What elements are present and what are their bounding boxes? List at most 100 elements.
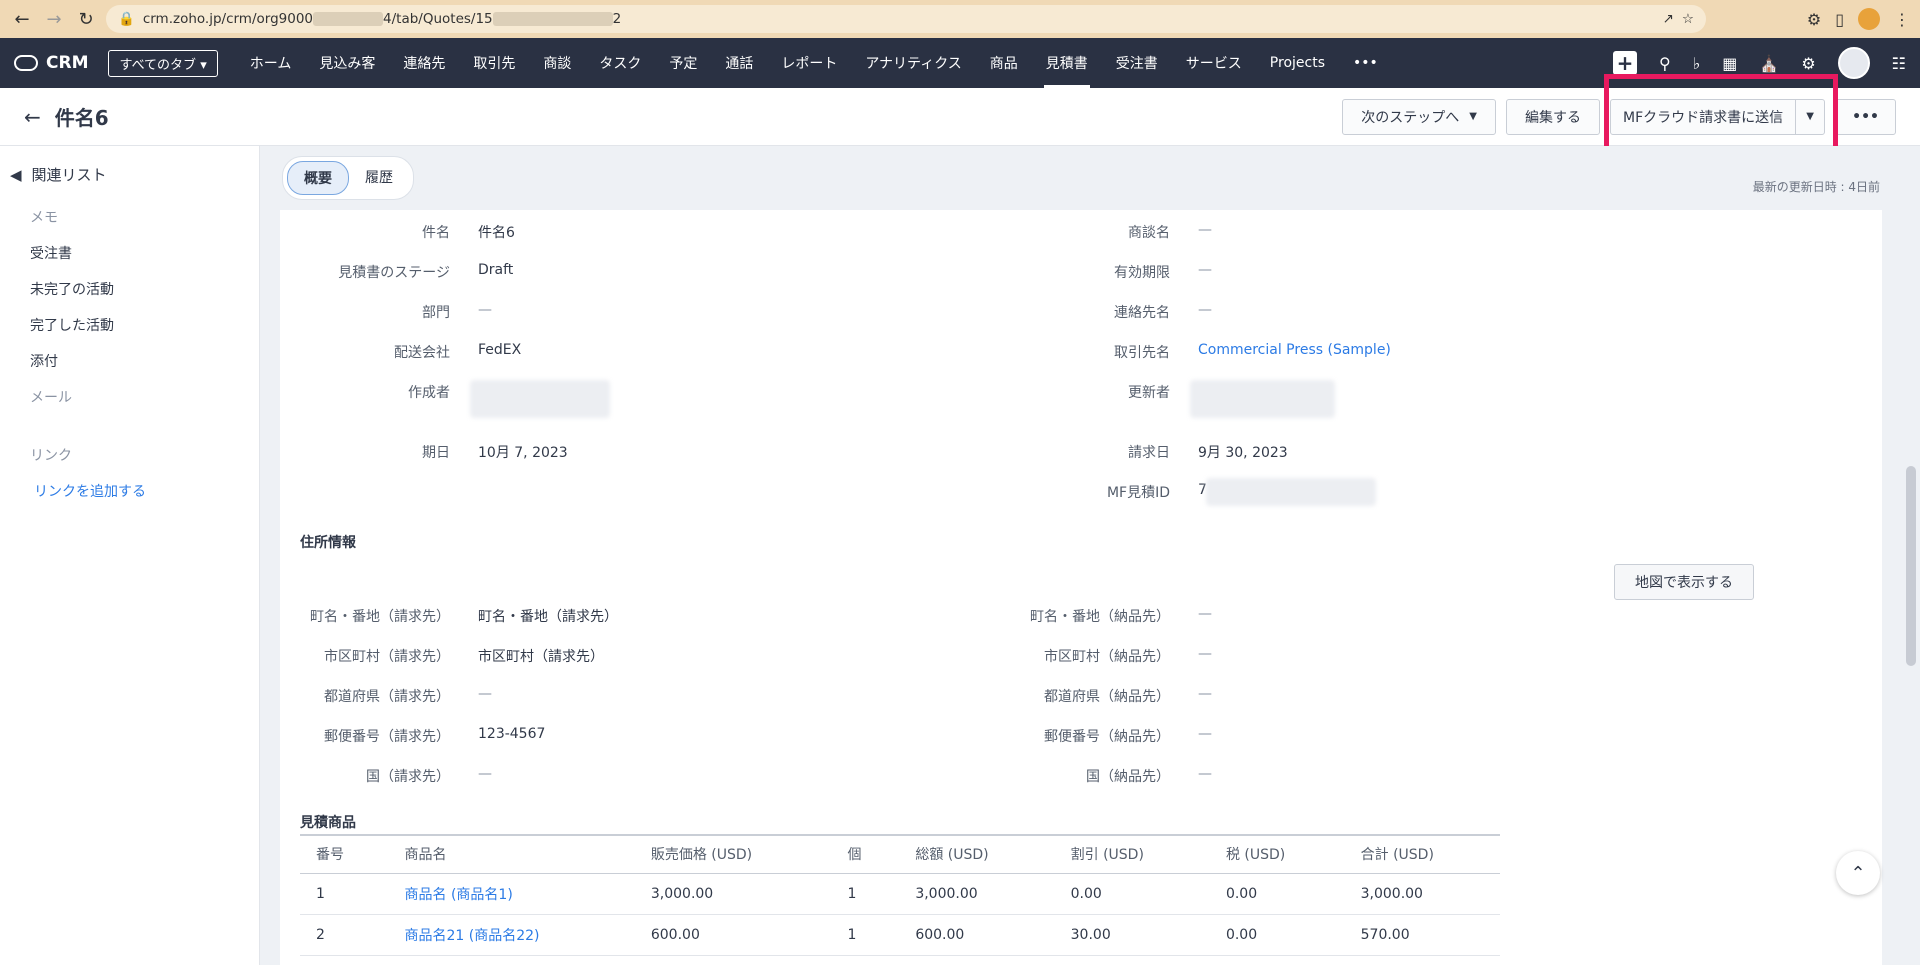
cell: 1 <box>300 873 389 915</box>
share-icon[interactable]: ↗ <box>1663 11 1674 27</box>
col-header: 総額 (USD) <box>899 834 1055 874</box>
nav-item[interactable]: タスク <box>585 38 655 88</box>
related-list-title[interactable]: ◀ 関連リスト <box>0 164 259 185</box>
more-actions-button[interactable]: ••• <box>1835 98 1896 135</box>
sidebar-item-attachments[interactable]: 添付 <box>0 343 259 379</box>
vertical-scrollbar[interactable] <box>1906 466 1916 666</box>
field-label: 市区町村（請求先） <box>324 649 450 665</box>
cell: 3,000.00 <box>899 873 1055 915</box>
add-link[interactable]: リンクを追加する <box>0 473 259 509</box>
tab-history[interactable]: 履歴 <box>349 161 409 195</box>
cell: 3,000.00 <box>634 873 832 915</box>
field-label: 見積書のステージ <box>338 265 450 281</box>
nav-item[interactable]: レポート <box>767 38 851 88</box>
create-plus-icon[interactable]: + <box>1613 51 1637 75</box>
product-link[interactable]: 商品名21 (商品名22) <box>388 914 635 956</box>
scroll-to-top-button[interactable]: ⌃ <box>1836 851 1880 895</box>
star-icon[interactable]: ☆ <box>1682 11 1694 27</box>
cell: 3,000.00 <box>1344 873 1500 915</box>
gear-icon[interactable]: ⚙ <box>1801 54 1815 73</box>
sidebar-item-open-activities[interactable]: 未完了の活動 <box>0 271 259 307</box>
col-header: 合計 (USD) <box>1344 834 1500 874</box>
field-label: 郵便番号（請求先） <box>324 729 450 745</box>
nav-item[interactable]: ホーム <box>236 38 306 88</box>
sidepanel-icon[interactable]: ▯ <box>1835 10 1844 29</box>
product-link[interactable]: 商品名 (商品名1) <box>388 873 635 915</box>
table-header-row: 番号 商品名 販売価格 (USD) 個 総額 (USD) 割引 (USD) 税 … <box>300 834 1500 874</box>
field-label: 都道府県（請求先） <box>324 689 450 705</box>
back-arrow-icon[interactable]: ← <box>24 105 41 129</box>
mf-send-split-button: MFクラウド請求書に送信 ▼ <box>1610 98 1826 135</box>
field-label: 部門 <box>422 305 450 321</box>
sidebar-item-sales-orders[interactable]: 受注書 <box>0 235 259 271</box>
nav-item[interactable]: Projects <box>1256 38 1339 88</box>
chevron-up-icon: ⌃ <box>1850 862 1866 884</box>
field-value-due-date: 10月 7, 2023 <box>478 445 568 461</box>
tab-overview[interactable]: 概要 <box>287 161 349 195</box>
field-label: 取引先名 <box>1114 345 1170 361</box>
field-value-shipping-street: — <box>1198 606 1212 622</box>
profile-icon[interactable] <box>1858 8 1880 30</box>
bell-icon[interactable]: ♭ <box>1693 54 1701 73</box>
cell: 600.00 <box>634 914 832 956</box>
back-arrow-icon[interactable]: ← <box>10 7 34 31</box>
field-label: 郵便番号（納品先） <box>1044 729 1170 745</box>
field-value-subject: 件名6 <box>478 225 515 241</box>
edit-button[interactable]: 編集する <box>1506 98 1600 135</box>
collapse-caret-icon[interactable]: ◀ <box>10 166 22 184</box>
nav-item[interactable]: アナリティクス <box>851 38 975 88</box>
menu-kebab-icon[interactable]: ⋮ <box>1894 10 1910 29</box>
field-label: 件名 <box>422 225 450 241</box>
redacted-creator <box>470 380 610 418</box>
forward-arrow-icon[interactable]: → <box>42 7 66 31</box>
record-header: ← 件名6 次のステップへ ▼ 編集する MFクラウド請求書に送信 ▼ ••• <box>0 88 1920 146</box>
all-tabs-dropdown[interactable]: すべてのタブ ▾ <box>108 49 218 77</box>
field-value-stage: Draft <box>478 262 514 278</box>
mf-send-button[interactable]: MFクラウド請求書に送信 <box>1611 99 1797 134</box>
nav-item[interactable]: 予定 <box>655 38 711 88</box>
cell: 570.00 <box>1344 914 1500 956</box>
mf-send-dropdown[interactable]: ▼ <box>1796 100 1824 134</box>
account-name-link[interactable]: Commercial Press (Sample) <box>1198 342 1391 358</box>
cell: 1 <box>831 873 900 915</box>
field-label: 商談名 <box>1128 225 1170 241</box>
extensions-icon[interactable]: ⚙ <box>1807 10 1821 29</box>
field-label: 請求日 <box>1128 445 1170 461</box>
related-list-sidebar: ◀ 関連リスト メモ 受注書 未完了の活動 完了した活動 添付 メール リンク リ… <box>0 146 260 965</box>
nav-item[interactable]: 取引先 <box>459 38 529 88</box>
crm-top-nav: CRM すべてのタブ ▾ ホーム 見込み客 連絡先 取引先 商談 タスク 予定 通話 レポートア… <box>0 38 1920 88</box>
nav-item[interactable]: 見込み客 <box>305 38 389 88</box>
overview-panel: 件名 件名6 見積書のステージ Draft 部門 — 配送会社 FedEX 作成… <box>280 210 1882 965</box>
address-bar[interactable]: 🔒 crm.zoho.jp/crm/org9000 4/tab/Quotes/15… <box>106 5 1706 33</box>
detail-tabs: 概要 履歴 <box>282 156 414 200</box>
cell: 0.00 <box>1209 914 1345 956</box>
nav-item[interactable]: 商談 <box>529 38 585 88</box>
col-header: 割引 (USD) <box>1054 834 1210 874</box>
url-text: crm.zoho.jp/crm/org9000 4/tab/Quotes/15 2 <box>142 11 622 27</box>
marketplace-icon[interactable]: ⛪ <box>1759 54 1779 73</box>
nav-item[interactable]: ••• <box>1339 38 1392 88</box>
caret-down-icon: ▼ <box>1469 111 1477 122</box>
apps-grid-icon[interactable]: ☷ <box>1892 54 1906 73</box>
calendar-icon[interactable]: ▦ <box>1722 54 1737 73</box>
nav-item[interactable]: 連絡先 <box>389 38 459 88</box>
record-title: 件名6 <box>54 106 109 130</box>
nav-item[interactable]: 見積書 <box>1032 38 1102 88</box>
sidebar-item-memo[interactable]: メモ <box>0 199 259 235</box>
nav-item[interactable]: 通話 <box>711 38 767 88</box>
next-step-button[interactable]: 次のステップへ ▼ <box>1342 98 1496 135</box>
reload-icon[interactable]: ↻ <box>74 7 98 31</box>
nav-item[interactable]: 受注書 <box>1102 38 1172 88</box>
sidebar-item-email[interactable]: メール <box>0 379 259 415</box>
user-avatar[interactable] <box>1837 47 1870 79</box>
crm-logo[interactable]: CRM <box>14 53 88 73</box>
search-icon[interactable]: ⚲ <box>1659 54 1671 73</box>
field-value-contact: — <box>1198 302 1212 318</box>
nav-item[interactable]: 商品 <box>976 38 1032 88</box>
field-value-shipping-state: — <box>1198 686 1212 702</box>
nav-item[interactable]: サービス <box>1172 38 1256 88</box>
show-map-button[interactable]: 地図で表示する <box>1614 564 1754 600</box>
sidebar-item-closed-activities[interactable]: 完了した活動 <box>0 307 259 343</box>
field-value-billing-zip: 123-4567 <box>478 726 546 742</box>
field-value-shipping-city: — <box>1198 646 1212 662</box>
